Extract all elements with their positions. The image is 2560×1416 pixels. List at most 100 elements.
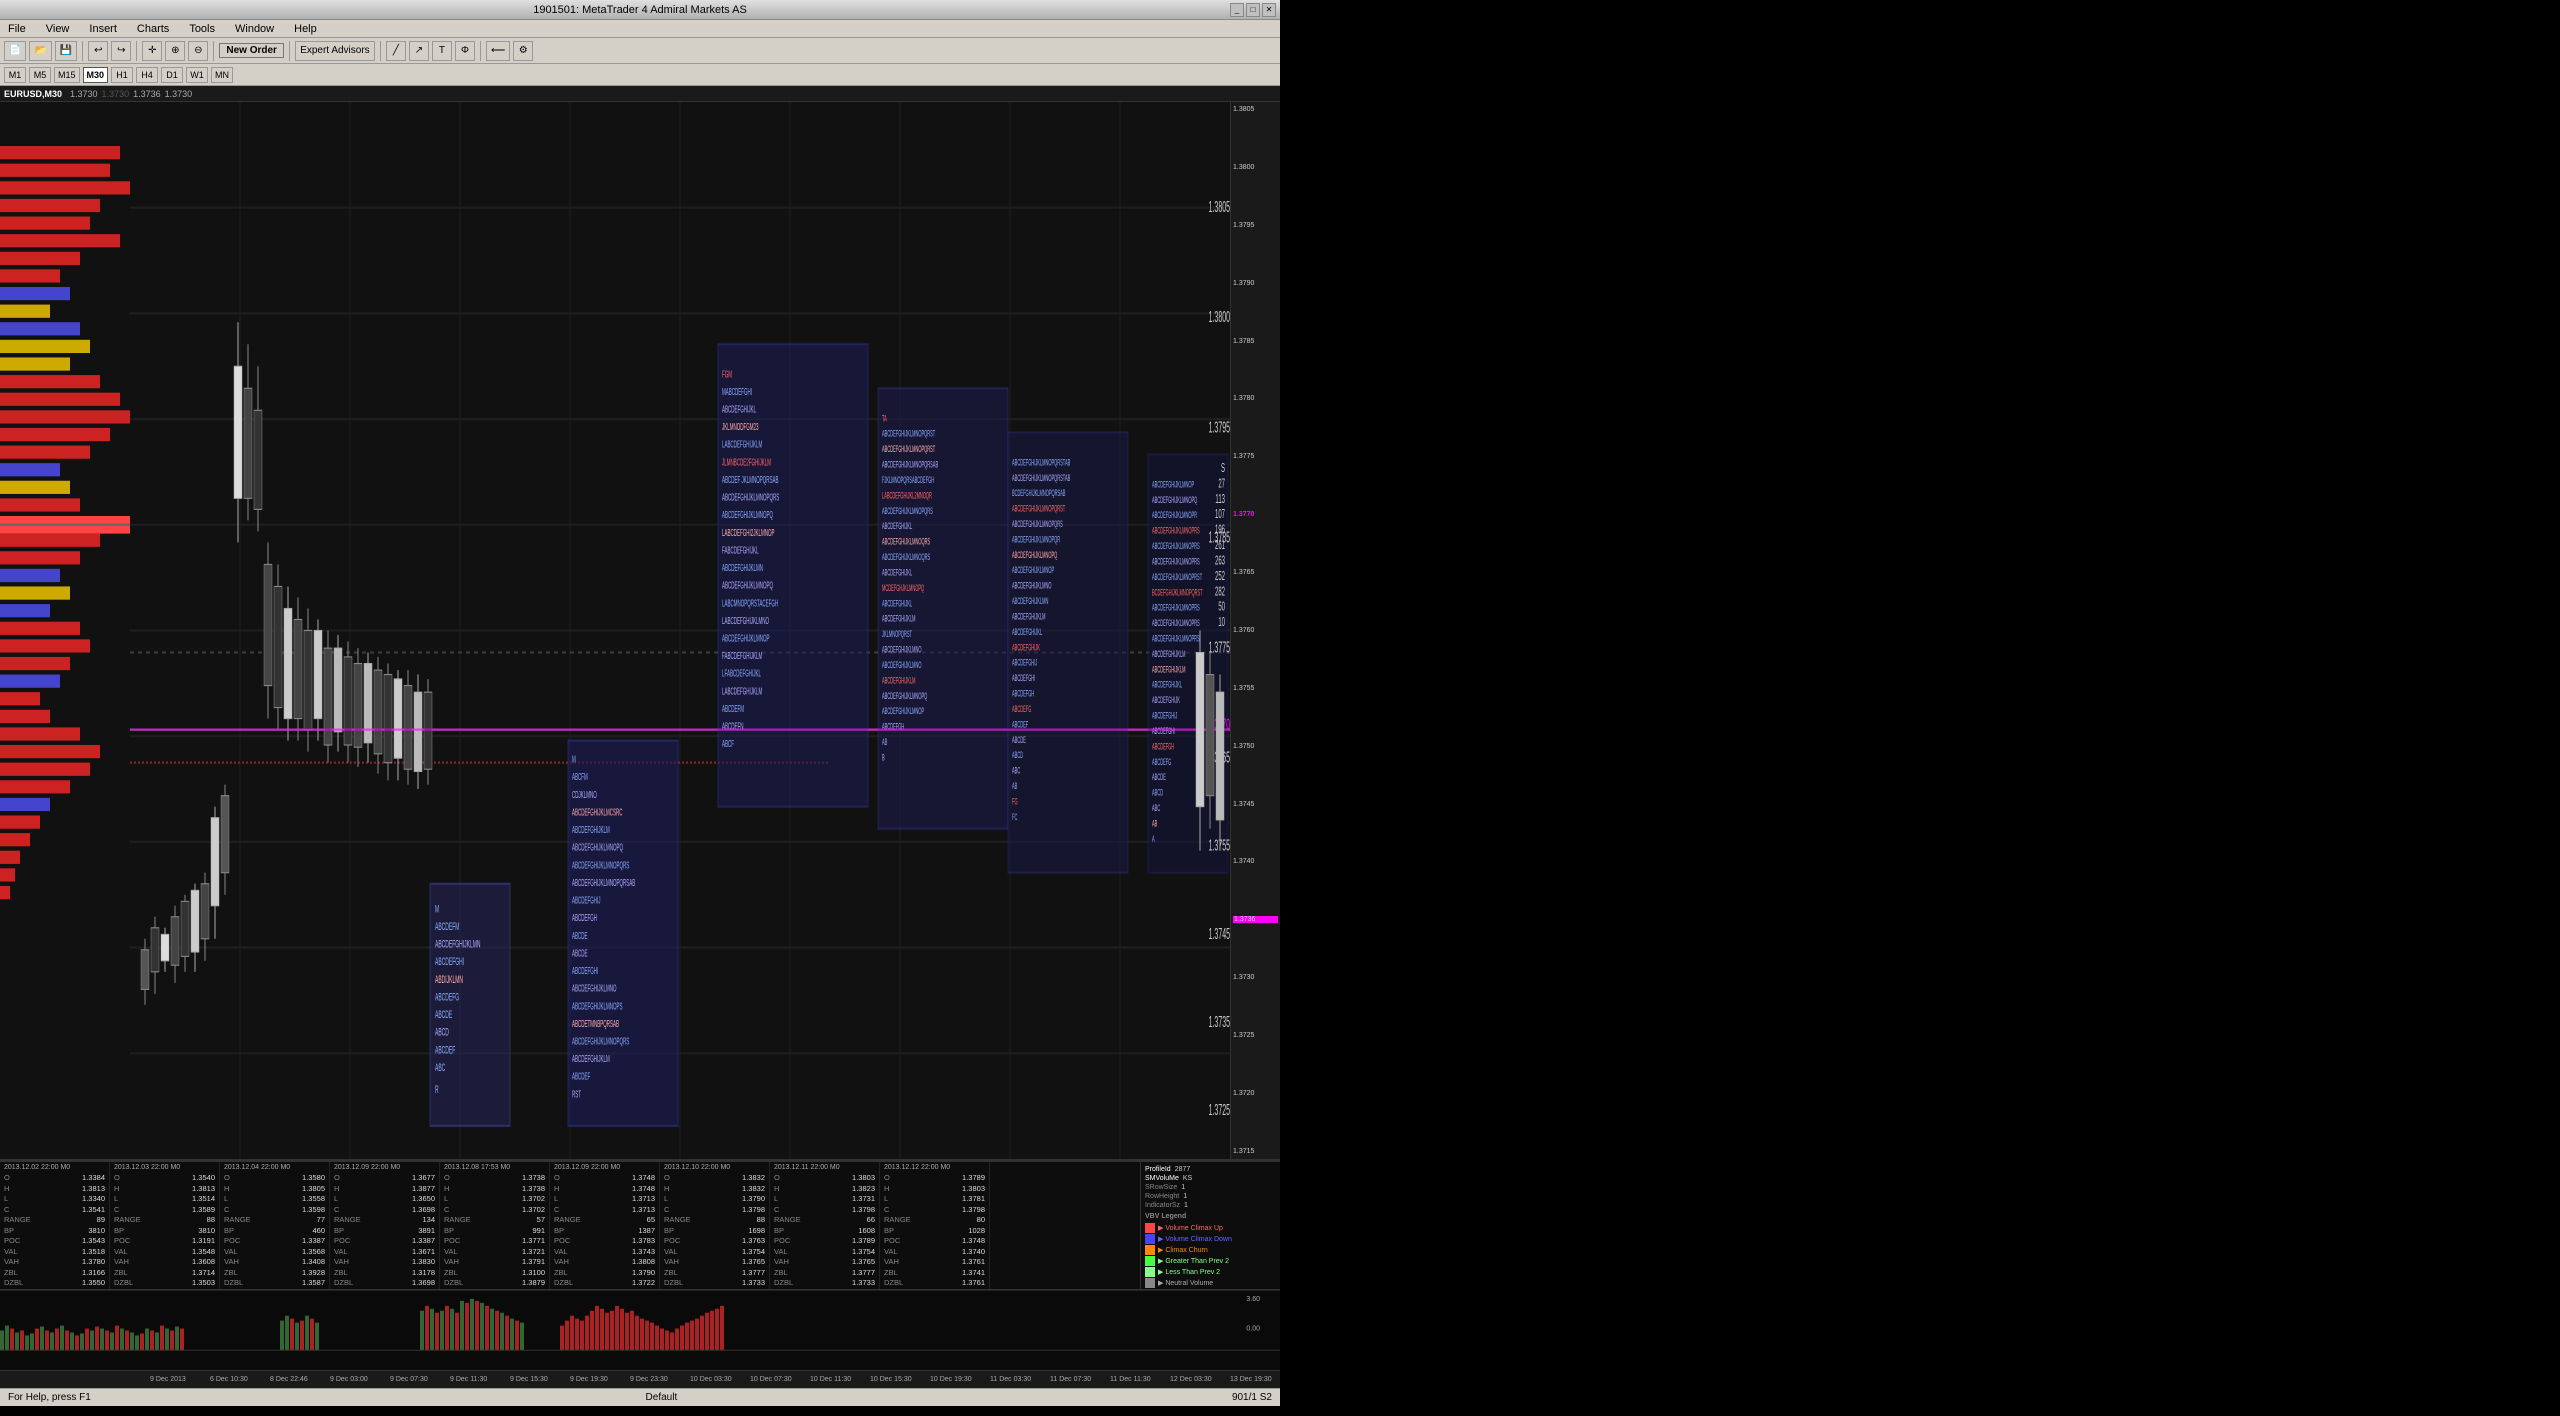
svg-text:ABCDEFGHIJKLMNOQRS: ABCDEFGHIJKLMNOQRS	[882, 538, 930, 547]
crosshair-button[interactable]: ✛	[142, 41, 162, 61]
price-level: 1.3740	[1233, 858, 1278, 865]
svg-text:ABCDEFGHIJKLMNOPRS: ABCDEFGHIJKLMNOPRS	[1152, 527, 1200, 536]
separator-5	[380, 41, 381, 61]
svg-text:FG: FG	[1012, 798, 1018, 807]
price-level: 1.3725	[1233, 1032, 1278, 1039]
menu-view[interactable]: View	[42, 23, 74, 35]
svg-text:ABC: ABC	[435, 1061, 445, 1074]
svg-text:ABCDEFGHIJKL: ABCDEFGHIJKL	[722, 403, 756, 415]
new-order-button[interactable]: New Order	[219, 43, 284, 58]
fib-tool-button[interactable]: Φ	[455, 41, 475, 61]
toolbar-main: 📄 📂 💾 ↩ ↪ ✛ ⊕ ⊖ New Order Expert Advisor…	[0, 38, 1280, 64]
legend-item-less: ▶ Less Than Prev 2	[1145, 1267, 1276, 1277]
svg-text:ABCDEFGHIJKLM: ABCDEFGHIJKLM	[1012, 613, 1046, 622]
tf-d1[interactable]: D1	[161, 67, 183, 83]
status-bar-info: 901/1 S2	[1232, 1392, 1272, 1403]
svg-text:LABCMNOPQRSTACEFGH: LABCMNOPQRSTACEFGH	[722, 597, 778, 609]
maximize-button[interactable]: □	[1246, 3, 1260, 17]
legend-color-volume-down	[1145, 1234, 1155, 1244]
svg-text:ABCDE: ABCDE	[572, 947, 587, 959]
window-controls[interactable]: _ □ ✕	[1230, 3, 1276, 17]
menu-tools[interactable]: Tools	[185, 23, 219, 35]
svg-text:1.3735: 1.3735	[1209, 1013, 1230, 1031]
window-title: 1901501: MetaTrader 4 Admiral Markets AS	[533, 4, 747, 16]
svg-text:ABCD: ABCD	[1012, 752, 1023, 761]
svg-text:M: M	[435, 902, 439, 915]
svg-text:ABCD: ABCD	[1152, 789, 1163, 798]
svg-text:ABCDEFGHIJK: ABCDEFGHIJK	[1152, 697, 1180, 706]
tf-w1[interactable]: W1	[186, 67, 208, 83]
time-label: 9 Dec 23:30	[630, 1376, 668, 1383]
menu-window[interactable]: Window	[231, 23, 278, 35]
open-button[interactable]: 📂	[29, 41, 51, 61]
svg-text:ABCDEFGHIJKLMNOPQ: ABCDEFGHIJKLMNOPQ	[722, 580, 773, 592]
title-bar: 1901501: MetaTrader 4 Admiral Markets AS…	[0, 0, 1280, 20]
time-axis: 9 Dec 2013 6 Dec 10:30 8 Dec 22:46 9 Dec…	[0, 1370, 1280, 1388]
tf-m15[interactable]: M15	[54, 67, 80, 83]
svg-text:ABCDEFGHIJKLMNOP: ABCDEFGHIJKLMNOP	[882, 708, 924, 717]
tf-m30[interactable]: M30	[83, 67, 109, 83]
zoom-out-button[interactable]: ⊖	[188, 41, 208, 61]
svg-text:1.3775: 1.3775	[1209, 638, 1230, 656]
tf-h4[interactable]: H4	[136, 67, 158, 83]
undo-button[interactable]: ↩	[88, 41, 108, 61]
menu-file[interactable]: File	[4, 23, 30, 35]
svg-text:ABCDEFGHIJKLMNOPQRS: ABCDEFGHIJKLMNOPQRS	[722, 492, 779, 504]
svg-text:ABCDEFGH: ABCDEFGH	[572, 912, 597, 924]
text-tool-button[interactable]: T	[432, 41, 452, 61]
minimize-button[interactable]: _	[1230, 3, 1244, 17]
svg-text:BCDEFGHIJKLMNOPQRST: BCDEFGHIJKLMNOPQRST	[1152, 589, 1203, 598]
candlestick-area[interactable]: M ABCDEFM ABCDEFGHIJKLMN ABCDEFGHI ABDIJ…	[130, 102, 1230, 1159]
svg-text:ABCDEFGHIJKL: ABCDEFGHIJKL	[1012, 628, 1042, 637]
legend-item-churn: ▶ Climax Churn	[1145, 1245, 1276, 1255]
menu-charts[interactable]: Charts	[133, 23, 173, 35]
svg-text:1.3795: 1.3795	[1209, 418, 1230, 436]
svg-text:ABCF: ABCF	[722, 738, 734, 750]
svg-text:261: 261	[1215, 539, 1225, 553]
price-level: 1.3780	[1233, 395, 1278, 402]
legend-item-greater: ▶ Greater Than Prev 2	[1145, 1256, 1276, 1266]
svg-text:ABCDE: ABCDE	[435, 1008, 452, 1021]
redo-button[interactable]: ↪	[111, 41, 131, 61]
tf-mn[interactable]: MN	[211, 67, 233, 83]
arrow-tool-button[interactable]: ↗	[409, 41, 429, 61]
svg-text:ABCDEFGHIJKLMNOPRS: ABCDEFGHIJKLMNOPRS	[1152, 635, 1200, 644]
svg-text:LABCDEFGHIJKLM: LABCDEFGHIJKLM	[722, 439, 762, 451]
properties-button[interactable]: ⚙	[513, 41, 533, 61]
svg-text:FJKLMNOPQRSABCDEFGH: FJKLMNOPQRSABCDEFGH	[882, 477, 934, 486]
line-tool-button[interactable]: ╱	[386, 41, 406, 61]
svg-text:50: 50	[1218, 600, 1225, 614]
legend-item-volume-down: ▶ Volume Climax Down	[1145, 1234, 1276, 1244]
svg-text:1.3800: 1.3800	[1209, 308, 1230, 326]
chart-scroll-button[interactable]: ⟵	[486, 41, 510, 61]
save-button[interactable]: 💾	[55, 41, 77, 61]
svg-text:ABCDEFGHIJKLM: ABCDEFGHIJKLM	[572, 824, 610, 836]
svg-text:ABCDE: ABCDE	[1012, 736, 1026, 745]
svg-text:3.60: 3.60	[1246, 1296, 1260, 1303]
ohlc-col-7: 2013.12.11 22:00 M0 O1.3803 H1.3823 L1.3…	[770, 1162, 880, 1289]
ohlc-col-1: 2013.12.03 22:00 M0 O1.3540 H1.3813 L1.3…	[110, 1162, 220, 1289]
svg-text:ABCDEFGHIJKLMNOPQRST: ABCDEFGHIJKLMNOPQRST	[1012, 505, 1066, 514]
svg-text:AB: AB	[1152, 820, 1158, 829]
price-level: 1.3765	[1233, 569, 1278, 576]
svg-text:ABCDEFGHIJKLMNOPR: ABCDEFGHIJKLMNOPR	[1152, 512, 1197, 521]
svg-text:ABCDEFGHIJKLMNOPQRSTAB: ABCDEFGHIJKLMNOPQRSTAB	[1012, 474, 1071, 483]
tf-h1[interactable]: H1	[111, 67, 133, 83]
new-chart-button[interactable]: 📄	[4, 41, 26, 61]
close-button[interactable]: ✕	[1262, 3, 1276, 17]
menu-insert[interactable]: Insert	[85, 23, 121, 35]
main-price-chart[interactable]: M ABCDEFM ABCDEFGHIJKLMN ABCDEFGHI ABDIJ…	[0, 102, 1280, 1160]
menu-bar: File View Insert Charts Tools Window Hel…	[0, 20, 1280, 38]
status-help: For Help, press F1	[8, 1392, 91, 1403]
chart-low: 1.3730	[165, 89, 193, 99]
zoom-in-button[interactable]: ⊕	[165, 41, 185, 61]
svg-text:ABCFM: ABCFM	[572, 771, 588, 783]
price-level: 1.3785	[1233, 338, 1278, 345]
svg-text:FABCDEFGHIJKLM: FABCDEFGHIJKLM	[722, 650, 762, 662]
expert-advisors-button[interactable]: Expert Advisors	[295, 41, 375, 61]
ohlc-col-0: 2013.12.02 22:00 M0 O1.3384 H1.3813 L1.3…	[0, 1162, 110, 1289]
svg-text:ABCDEFGHIJKLMNOPQR: ABCDEFGHIJKLMNOPQR	[1012, 536, 1060, 545]
menu-help[interactable]: Help	[290, 23, 321, 35]
tf-m1[interactable]: M1	[4, 67, 26, 83]
tf-m5[interactable]: M5	[29, 67, 51, 83]
